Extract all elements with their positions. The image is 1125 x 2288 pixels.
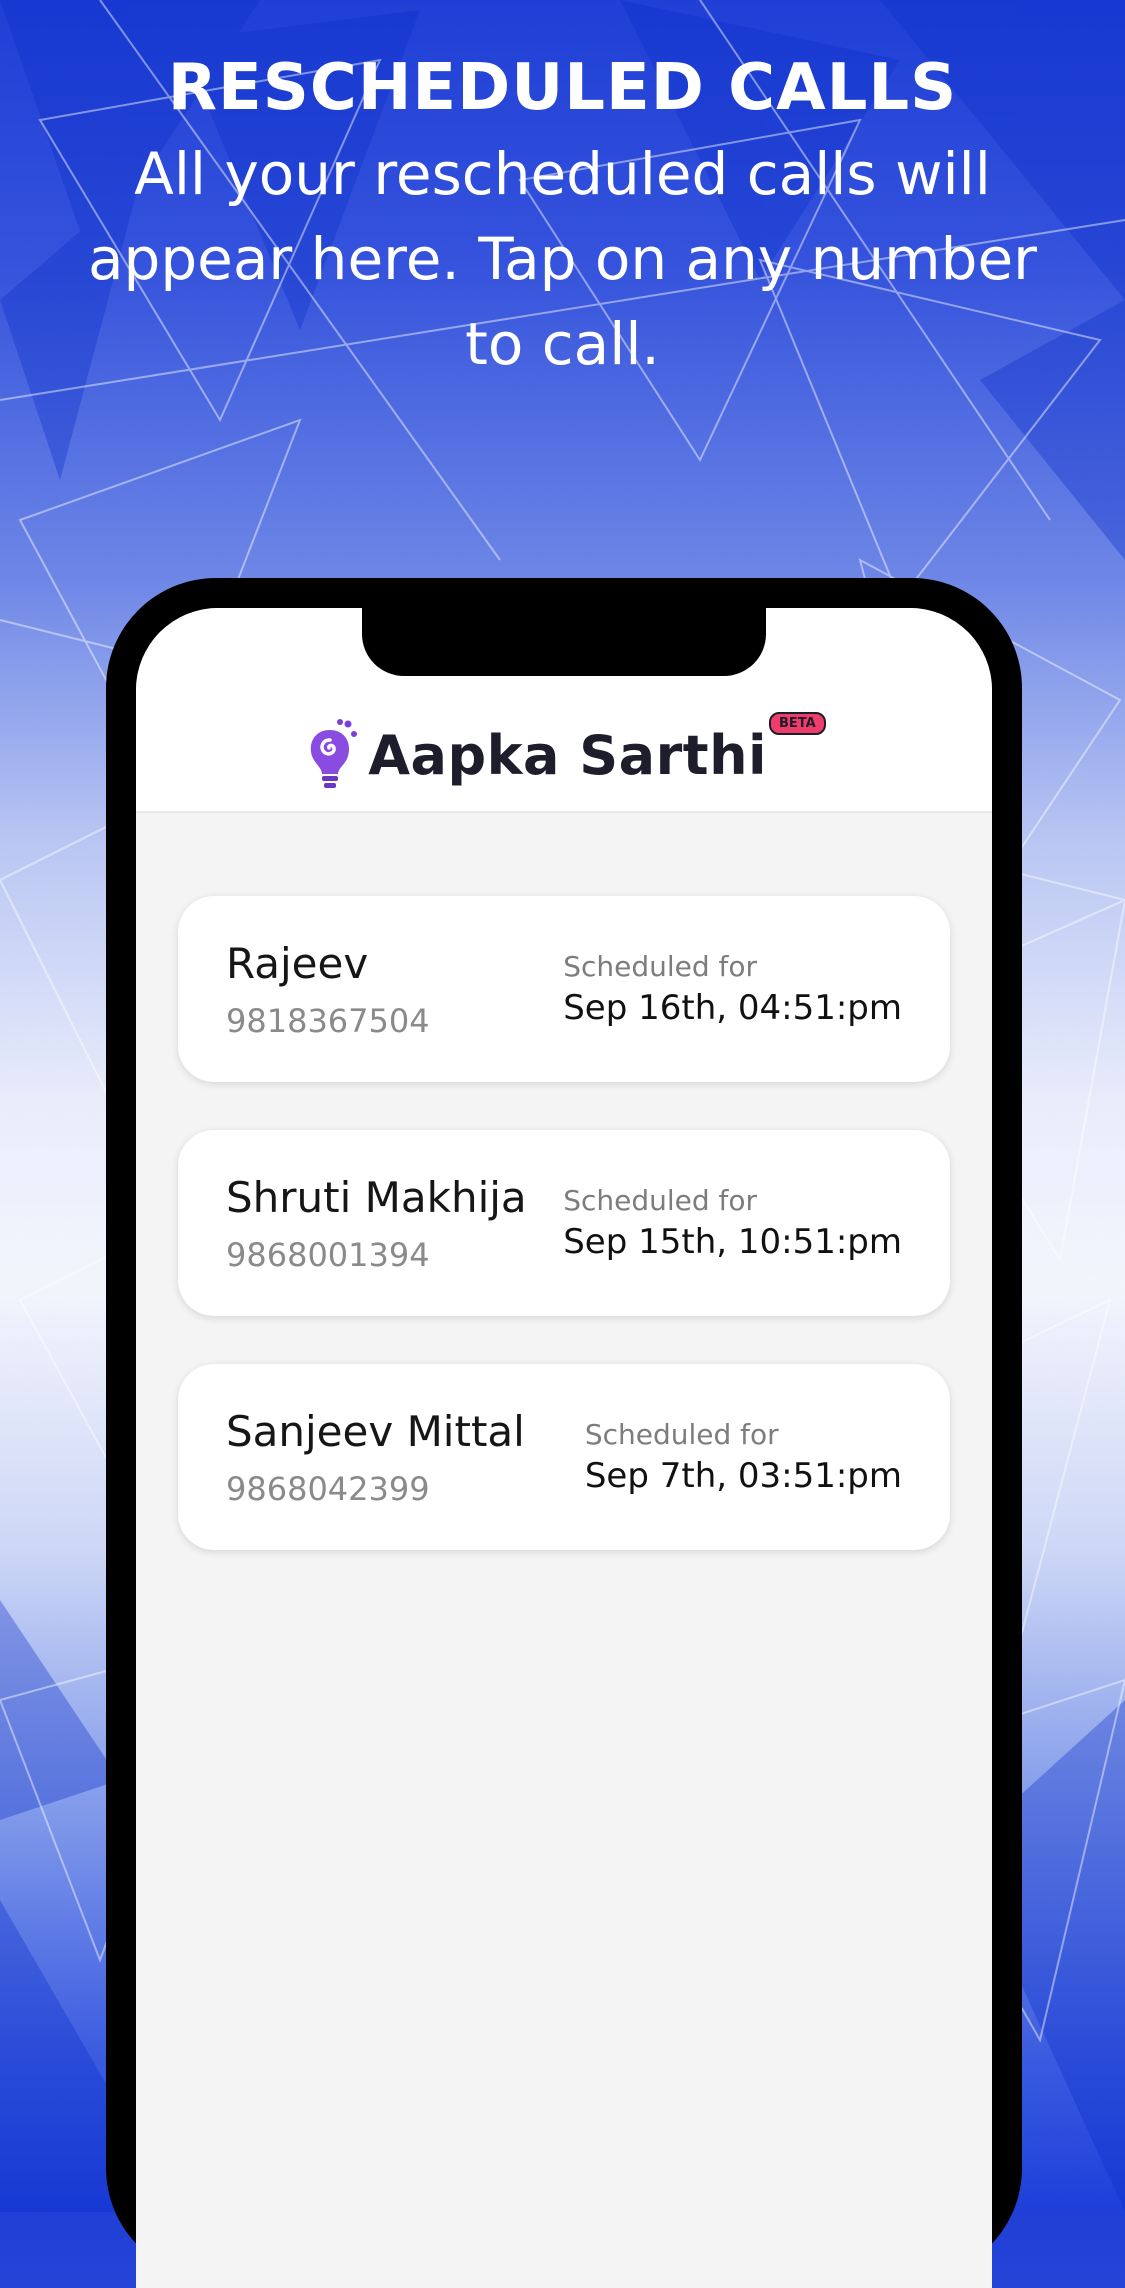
contact-phone-number[interactable]: 9868001394 <box>226 1235 527 1275</box>
call-card[interactable]: Rajeev 9818367504 Scheduled for Sep 16th… <box>178 896 950 1082</box>
scheduled-time: Sep 16th, 04:51:pm <box>563 988 902 1028</box>
call-schedule: Scheduled for Sep 16th, 04:51:pm <box>563 948 902 1030</box>
rescheduled-calls-list: Rajeev 9818367504 Scheduled for Sep 16th… <box>178 896 950 1598</box>
contact-name: Sanjeev Mittal <box>226 1407 525 1456</box>
promo-title: RESCHEDULED CALLS <box>167 51 958 125</box>
call-contact: Rajeev 9818367504 <box>226 937 430 1041</box>
contact-name: Rajeev <box>226 939 369 988</box>
brand-name: Aapka Sarthi <box>368 723 768 787</box>
scheduled-label: Scheduled for <box>584 1418 779 1451</box>
scheduled-time: Sep 15th, 10:51:pm <box>563 1222 902 1262</box>
scheduled-label: Scheduled for <box>563 950 758 983</box>
phone-screen: Aapka Sarthi BETA Rajeev 9818367504 Sche… <box>136 608 992 2288</box>
call-contact: Sanjeev Mittal 9868042399 <box>226 1405 525 1509</box>
contact-phone-number[interactable]: 9818367504 <box>226 1001 430 1041</box>
call-card[interactable]: Sanjeev Mittal 9868042399 Scheduled for … <box>178 1364 950 1550</box>
call-schedule: Scheduled for Sep 7th, 03:51:pm <box>585 1416 902 1498</box>
call-contact: Shruti Makhija 9868001394 <box>226 1171 527 1275</box>
contact-phone-number[interactable]: 9868042399 <box>226 1469 525 1509</box>
scheduled-label: Scheduled for <box>563 1184 758 1217</box>
scheduled-time: Sep 7th, 03:51:pm <box>584 1456 902 1496</box>
swirl-bulb-logo-icon <box>311 719 358 788</box>
phone-notch <box>362 608 766 676</box>
phone-frame: Aapka Sarthi BETA Rajeev 9818367504 Sche… <box>106 578 1022 2288</box>
call-schedule: Scheduled for Sep 15th, 10:51:pm <box>563 1182 902 1264</box>
promo-subtitle: All your rescheduled calls will appear h… <box>88 140 1037 378</box>
promo-header: RESCHEDULED CALLS All your rescheduled c… <box>0 48 1125 387</box>
beta-badge: BETA <box>769 712 826 735</box>
contact-name: Shruti Makhija <box>226 1173 527 1222</box>
call-card[interactable]: Shruti Makhija 9868001394 Scheduled for … <box>178 1130 950 1316</box>
brand: Aapka Sarthi BETA <box>136 712 992 792</box>
